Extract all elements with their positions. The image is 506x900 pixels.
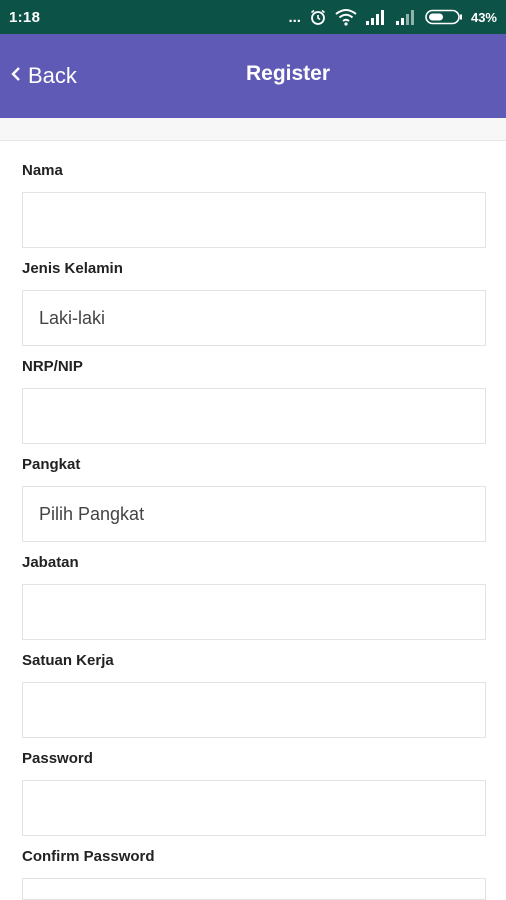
header-divider bbox=[0, 118, 506, 141]
password-input[interactable] bbox=[22, 780, 486, 836]
field-label: Jabatan bbox=[22, 554, 79, 571]
alarm-icon bbox=[309, 8, 327, 26]
jenis-kelamin-select[interactable]: Laki-laki bbox=[22, 290, 486, 346]
field-label: Password bbox=[22, 750, 93, 767]
field-label: Satuan Kerja bbox=[22, 652, 114, 669]
field-label: Pangkat bbox=[22, 456, 81, 473]
field-label: NRP/NIP bbox=[22, 358, 83, 375]
signal-weak-icon bbox=[395, 9, 417, 25]
pangkat-select[interactable]: Pilih Pangkat bbox=[22, 486, 486, 542]
satuan-kerja-input[interactable] bbox=[22, 682, 486, 738]
wifi-icon bbox=[335, 8, 357, 26]
page-title: Register bbox=[245, 62, 331, 85]
status-icons: ... 43% bbox=[288, 8, 497, 26]
field-label: Confirm Password bbox=[22, 848, 155, 865]
nrp-nip-input[interactable] bbox=[22, 388, 486, 444]
field-label: Nama bbox=[22, 162, 63, 179]
signal-icon bbox=[365, 9, 387, 25]
battery-icon bbox=[425, 9, 463, 25]
confirm-password-input[interactable] bbox=[22, 878, 486, 900]
notification-dots: ... bbox=[288, 8, 301, 26]
jabatan-input[interactable] bbox=[22, 584, 486, 640]
field-label: Jenis Kelamin bbox=[22, 260, 123, 277]
battery-percent: 43% bbox=[470, 9, 497, 25]
app-bar: Back Register bbox=[0, 34, 506, 118]
status-bar: 1:18 ... 43% bbox=[0, 0, 506, 34]
status-time: 1:18 bbox=[9, 8, 41, 26]
nama-input[interactable] bbox=[22, 192, 486, 248]
